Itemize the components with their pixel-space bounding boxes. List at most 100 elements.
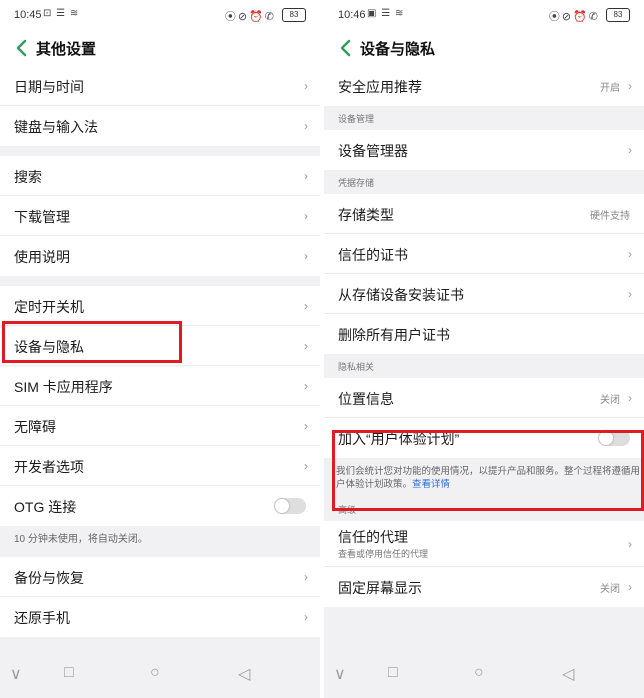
row-value: 开启: [600, 83, 620, 94]
section-header-credential-storage: 凭据存储: [324, 170, 644, 194]
chevron-right-icon: ›: [304, 570, 308, 584]
toggle-knob: [599, 431, 613, 445]
row-accessibility[interactable]: 无障碍 ›: [0, 406, 320, 446]
chevron-right-icon: ›: [628, 580, 632, 594]
row-delete-certificates[interactable]: 删除所有用户证书: [324, 314, 644, 354]
screen-device-privacy: 10:46 ▣ ☰ ≋ ⦿⊘⏰✆ 83 设备与隐私 安全应用推荐 开启 › 设备…: [324, 0, 644, 698]
row-search[interactable]: 搜索 ›: [0, 156, 320, 196]
chevron-right-icon: ›: [304, 339, 308, 353]
row-developer-options[interactable]: 开发者选项 ›: [0, 446, 320, 486]
chevron-right-icon: ›: [304, 610, 308, 624]
row-sim-apps[interactable]: SIM 卡应用程序 ›: [0, 366, 320, 406]
row-instructions[interactable]: 使用说明 ›: [0, 236, 320, 276]
row-trusted-certificates[interactable]: 信任的证书 ›: [324, 234, 644, 274]
row-value: 关闭: [600, 395, 620, 406]
battery-icon: 83: [282, 8, 306, 22]
nav-recents-icon[interactable]: □: [388, 664, 398, 682]
nav-home-icon[interactable]: ○: [474, 664, 484, 682]
row-location[interactable]: 位置信息 关闭 ›: [324, 378, 644, 418]
row-storage-type: 存储类型 硬件支持: [324, 194, 644, 234]
row-backup-restore[interactable]: 备份与恢复 ›: [0, 557, 320, 597]
chevron-right-icon: ›: [628, 391, 632, 405]
screen-other-settings: 10:45 ⊡ ☰ ≋ ⦿⊘⏰✆ 83 其他设置 日期与时间 › 键盘与输入法 …: [0, 0, 320, 698]
chevron-right-icon: ›: [304, 299, 308, 313]
notification-icons: ▣ ☰ ≋: [367, 8, 405, 19]
row-label: 设备与隐私: [14, 339, 84, 355]
row-label: 信任的代理: [338, 529, 408, 545]
row-screen-pinning[interactable]: 固定屏幕显示 关闭 ›: [324, 567, 644, 607]
chevron-right-icon: ›: [304, 209, 308, 223]
row-safe-app-recommend[interactable]: 安全应用推荐 开启 ›: [324, 66, 644, 106]
row-label: 存储类型: [338, 207, 394, 223]
chevron-right-icon: ›: [628, 287, 632, 301]
row-device-privacy[interactable]: 设备与隐私 ›: [0, 326, 320, 366]
back-arrow-icon[interactable]: [12, 35, 34, 61]
row-value: 硬件支持: [590, 211, 630, 222]
divider: [0, 276, 320, 286]
chevron-right-icon: ›: [628, 79, 632, 93]
row-scheduled-power[interactable]: 定时开关机 ›: [0, 286, 320, 326]
row-label: 从存储设备安装证书: [338, 287, 464, 303]
otg-toggle[interactable]: [274, 498, 306, 514]
row-reset-phone[interactable]: 还原手机 ›: [0, 597, 320, 637]
row-install-certificate[interactable]: 从存储设备安装证书 ›: [324, 274, 644, 314]
row-device-manager[interactable]: 设备管理器 ›: [324, 130, 644, 170]
row-label: 日期与时间: [14, 79, 84, 95]
row-label: 设备管理器: [338, 143, 408, 159]
nav-bar: ∨ □ ○ ◁: [324, 648, 644, 698]
nav-recents-icon[interactable]: □: [64, 664, 74, 682]
ux-plan-toggle[interactable]: [598, 430, 630, 446]
toggle-knob: [275, 499, 289, 513]
nav-down-icon[interactable]: ∨: [10, 664, 22, 684]
row-label: 开发者选项: [14, 459, 84, 475]
row-download-manager[interactable]: 下载管理 ›: [0, 196, 320, 236]
row-label: 加入“用户体验计划”: [338, 431, 460, 447]
section-header-advanced: 高级: [324, 497, 644, 521]
page-header: 其他设置: [0, 30, 320, 66]
row-label: 还原手机: [14, 610, 70, 626]
ux-plan-note: 我们会统计您对功能的使用情况，以提升产品和服务。整个过程将遵循用户体验计划政策。…: [324, 458, 644, 497]
row-label: 下载管理: [14, 209, 70, 225]
row-otg: OTG 连接: [0, 486, 320, 526]
status-bar: 10:45 ⊡ ☰ ≋ ⦿⊘⏰✆ 83: [0, 0, 320, 30]
row-trust-agents[interactable]: 信任的代理 查看或停用信任的代理 ›: [324, 521, 644, 567]
status-time: 10:46: [338, 9, 366, 21]
row-ux-plan: 加入“用户体验计划”: [324, 418, 644, 458]
row-label: 删除所有用户证书: [338, 327, 450, 343]
otg-note: 10 分钟未使用，将自动关闭。: [0, 526, 320, 557]
back-arrow-icon[interactable]: [336, 35, 358, 61]
row-label: OTG 连接: [14, 499, 77, 515]
nav-down-icon[interactable]: ∨: [334, 664, 346, 684]
row-label: 信任的证书: [338, 247, 408, 263]
chevron-right-icon: ›: [304, 119, 308, 133]
row-label: 备份与恢复: [14, 570, 84, 586]
nav-back-icon[interactable]: ◁: [238, 664, 250, 684]
nav-back-icon[interactable]: ◁: [562, 664, 574, 684]
nav-home-icon[interactable]: ○: [150, 664, 160, 682]
row-keyboard-input[interactable]: 键盘与输入法 ›: [0, 106, 320, 146]
nav-bar: ∨ □ ○ ◁: [0, 648, 320, 698]
row-label: 定时开关机: [14, 299, 84, 315]
row-label: 搜索: [14, 169, 42, 185]
page-title: 设备与隐私: [360, 41, 436, 58]
row-label: 位置信息: [338, 391, 394, 407]
chevron-right-icon: ›: [304, 79, 308, 93]
status-bar: 10:46 ▣ ☰ ≋ ⦿⊘⏰✆ 83: [324, 0, 644, 30]
section-header-device-management: 设备管理: [324, 106, 644, 130]
section-header-privacy: 隐私相关: [324, 354, 644, 378]
status-time: 10:45: [14, 9, 42, 21]
chevron-right-icon: ›: [304, 249, 308, 263]
row-label: 使用说明: [14, 249, 70, 265]
battery-icon: 83: [606, 8, 630, 22]
system-status-icons: ⦿⊘⏰✆: [224, 11, 276, 23]
system-status-icons: ⦿⊘⏰✆: [548, 11, 600, 23]
privacy-list: 安全应用推荐 开启 › 设备管理 设备管理器 › 凭据存储 存储类型 硬件支持 …: [324, 66, 644, 607]
chevron-right-icon: ›: [628, 247, 632, 261]
row-label: 固定屏幕显示: [338, 580, 422, 596]
row-date-time[interactable]: 日期与时间 ›: [0, 66, 320, 106]
ux-details-link[interactable]: 查看详情: [412, 479, 450, 490]
row-value: 关闭: [600, 584, 620, 595]
settings-list: 日期与时间 › 键盘与输入法 › 搜索 › 下载管理 › 使用说明 › 定时开关…: [0, 66, 320, 637]
row-label: SIM 卡应用程序: [14, 379, 113, 395]
chevron-right-icon: ›: [628, 537, 632, 551]
